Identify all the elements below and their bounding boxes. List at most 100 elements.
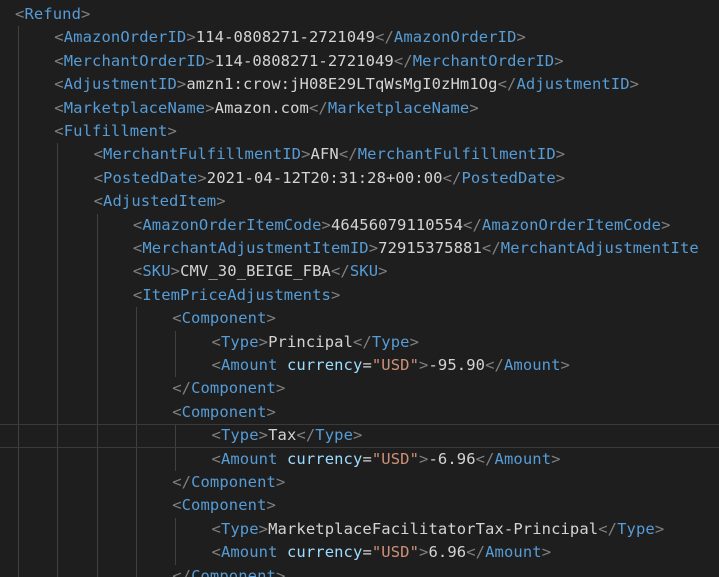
code-line[interactable]: <MerchantAdjustmentItemID>72915375881</M… [0, 237, 719, 260]
element-text: MarketplaceFacilitatorTax-Principal [268, 519, 599, 538]
tag-bracket: > [409, 332, 420, 351]
line-content: <Component> [172, 401, 276, 424]
code-line[interactable]: </Component> [0, 377, 719, 400]
tag-bracket: < [132, 239, 143, 257]
tag-bracket: </ [463, 215, 482, 234]
tag-bracket: > [266, 309, 276, 328]
tag-bracket: > [197, 168, 207, 187]
line-content: <ItemPriceAdjustments> [133, 284, 341, 307]
element-text: 114-0808271-2721049 [195, 28, 376, 47]
closing-tag-name: MarketplaceName [327, 98, 470, 117]
element-text: 46456079110554 [330, 215, 464, 234]
line-content: <AmazonOrderItemCode>46456079110554</Ama… [133, 214, 671, 237]
code-line[interactable]: </Component> [0, 565, 719, 577]
line-content: <Amount currency="USD">-6.96</Amount> [212, 448, 561, 471]
tag-bracket: < [132, 215, 143, 234]
tag-name: AmazonOrderID [63, 28, 187, 47]
closing-tag-name: Amount [485, 543, 542, 562]
code-line[interactable]: <Component> [0, 401, 719, 424]
tag-name: Type [220, 426, 259, 445]
line-content: <MarketplaceName>Amazon.com</Marketplace… [54, 97, 478, 120]
code-line[interactable]: <Refund> [0, 3, 719, 26]
tag-name: Component [191, 566, 276, 577]
code-line[interactable]: <Amount currency="USD">6.96</Amount> [0, 541, 719, 564]
tag-bracket: > [170, 262, 181, 281]
line-content: <PostedDate>2021-04-12T20:31:28+00:00</P… [94, 167, 566, 190]
tag-bracket: </ [338, 145, 358, 164]
element-text: -6.96 [428, 449, 476, 468]
element-text: Tax [268, 426, 297, 445]
tag-bracket: < [132, 285, 143, 304]
code-line[interactable]: <AdjustedItem> [0, 190, 719, 213]
code-line[interactable]: <AmazonOrderID>114-0808271-2721049</Amaz… [0, 26, 719, 49]
tag-bracket: </ [296, 426, 316, 445]
code-line[interactable]: </Component> [0, 471, 719, 494]
tag-bracket: > [258, 519, 269, 538]
tag-bracket: > [266, 496, 276, 515]
tag-bracket: > [258, 426, 269, 445]
code-line[interactable]: <Component> [0, 494, 719, 517]
code-line[interactable]: <Type>MarketplaceFacilitatorTax-Principa… [0, 518, 719, 541]
tag-name: Component [191, 379, 276, 398]
tag-name: Component [181, 402, 267, 421]
closing-tag-name: Type [371, 332, 410, 351]
attribute-name: currency [286, 543, 363, 562]
tag-bracket: </ [497, 75, 517, 94]
code-line[interactable]: <ItemPriceAdjustments> [0, 284, 719, 307]
line-content: <AmazonOrderID>114-0808271-2721049</Amaz… [54, 26, 526, 49]
tag-name: Amount [220, 543, 278, 562]
tag-bracket: > [301, 145, 311, 164]
line-content: <AdjustedItem> [94, 190, 226, 213]
line-content: <MerchantOrderID>114-0808271-2721049</Me… [54, 50, 563, 73]
tag-bracket: > [186, 28, 196, 47]
tag-name: PostedDate [103, 168, 198, 187]
line-content: <AdjustmentID>amzn1:crow:jH08E29LTqWsMgI… [54, 73, 639, 96]
tag-name: Type [220, 332, 259, 351]
tag-bracket: < [93, 145, 104, 164]
code-line[interactable]: <MarketplaceName>Amazon.com</Marketplace… [0, 97, 719, 120]
tag-name: AdjustedItem [103, 192, 217, 211]
tag-bracket: < [211, 519, 221, 538]
code-line[interactable]: <PostedDate>2021-04-12T20:31:28+00:00</P… [0, 167, 719, 190]
line-content: <Amount currency="USD">6.96</Amount> [212, 541, 552, 564]
tag-bracket: > [555, 168, 566, 187]
tag-bracket: < [211, 332, 221, 351]
closing-tag-name: AmazonOrderID [393, 28, 517, 47]
tag-bracket: > [554, 51, 564, 70]
code-line[interactable]: <Fulfillment> [0, 120, 719, 143]
code-editor[interactable]: <Refund> <AmazonOrderID>114-0808271-27210… [0, 0, 719, 577]
tag-name: MarketplaceName [63, 98, 206, 117]
code-line[interactable]: <Amount currency="USD">-95.90</Amount> [0, 354, 719, 377]
code-line[interactable]: <MerchantFulfillmentID>AFN</MerchantFulf… [0, 143, 719, 166]
code-line[interactable]: <Component> [0, 307, 719, 330]
code-line[interactable]: <MerchantOrderID>114-0808271-2721049</Me… [0, 50, 719, 73]
code-line[interactable]: <Type>Principal</Type> [0, 331, 719, 354]
tag-bracket: < [211, 543, 221, 562]
closing-tag-name: AmazonOrderItemCode [481, 215, 662, 234]
tag-name: MerchantOrderID [63, 51, 206, 70]
tag-name: ItemPriceAdjustments [142, 285, 331, 304]
line-content: <Fulfillment> [54, 120, 177, 143]
tag-bracket: > [167, 122, 177, 140]
closing-tag-name: MerchantAdjustmentIte [500, 239, 699, 257]
element-text: 114-0808271-2721049 [214, 51, 394, 70]
code-line[interactable]: <AdjustmentID>amzn1:crow:jH08E29LTqWsMgI… [0, 73, 719, 96]
tag-name: MerchantFulfillmentID [103, 145, 302, 164]
code-line[interactable]: <Amount currency="USD">-6.96</Amount> [0, 448, 719, 471]
code-line[interactable]: <AmazonOrderItemCode>46456079110554</Ama… [0, 214, 719, 237]
tag-bracket: </ [172, 473, 192, 491]
current-code-line[interactable]: <Type>Tax</Type> [0, 424, 719, 448]
tag-bracket: </ [353, 332, 372, 351]
code-line[interactable]: <SKU>CMV_30_BEIGE_FBA</SKU> [0, 260, 719, 283]
tag-bracket: > [275, 379, 286, 398]
tag-bracket: > [368, 239, 379, 257]
tag-bracket: > [266, 402, 276, 421]
tag-bracket: > [661, 215, 671, 234]
closing-tag-name: AdjustmentID [516, 75, 630, 94]
tag-bracket: </ [598, 519, 618, 538]
line-content: <MerchantFulfillmentID>AFN</MerchantFulf… [94, 143, 566, 166]
closing-tag-name: MerchantOrderID [412, 51, 555, 70]
